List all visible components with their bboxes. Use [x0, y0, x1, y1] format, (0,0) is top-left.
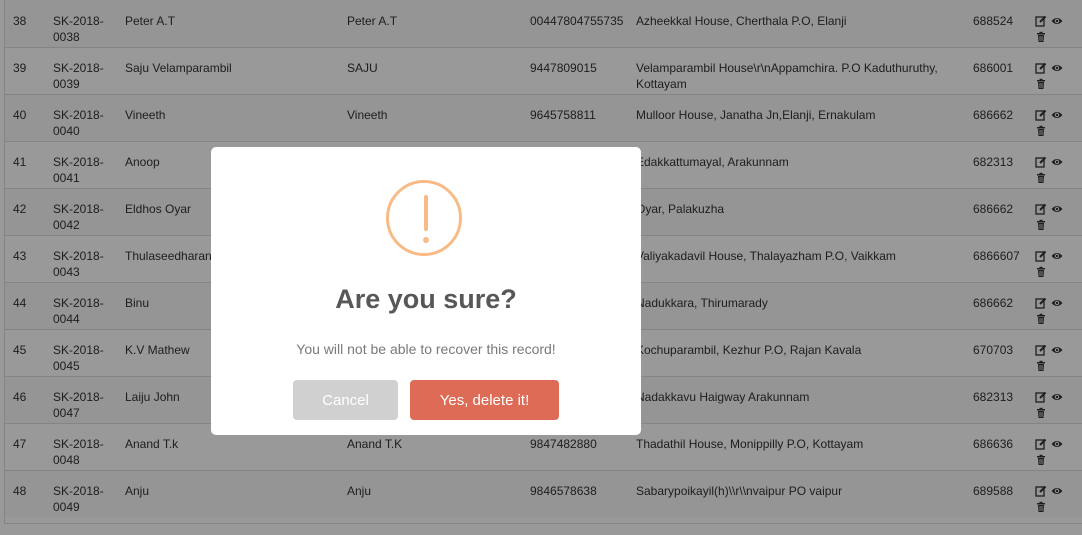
confirm-delete-button[interactable]: Yes, delete it! — [410, 380, 559, 420]
cancel-button[interactable]: Cancel — [293, 380, 398, 420]
dialog-message: You will not be able to recover this rec… — [296, 341, 556, 357]
dialog-title: Are you sure? — [335, 284, 517, 314]
confirm-dialog: Are you sure? You will not be able to re… — [211, 147, 641, 435]
warning-icon — [386, 180, 462, 256]
